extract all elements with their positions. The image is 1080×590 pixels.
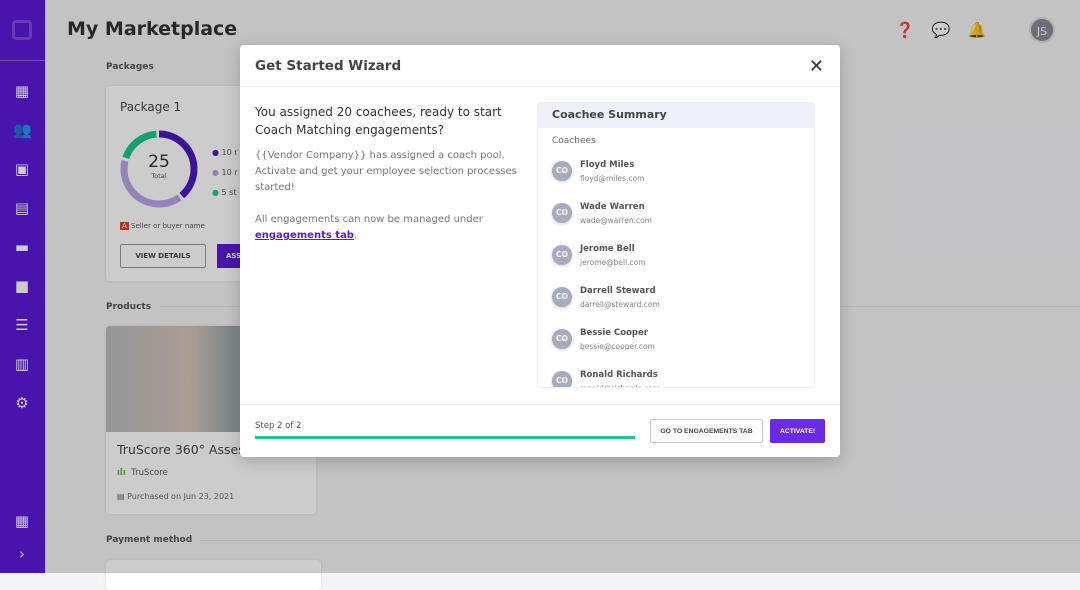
get-started-wizard-modal: Get Started Wizard ✕ You assigned 20 coa…	[240, 45, 840, 457]
coachee-email: floyd@miles.com	[580, 173, 645, 183]
coachee-email: jerome@bell.com	[580, 257, 646, 267]
coachee-item: CO Ronald Richards ronald@richards.com	[538, 360, 814, 388]
modal-title: Get Started Wizard	[240, 45, 840, 87]
coachee-email: ronald@richards.com	[580, 383, 660, 388]
coachee-avatar: CO	[552, 287, 572, 307]
coachee-email: bessie@cooper.com	[580, 341, 655, 351]
step-indicator: Step 2 of 2	[255, 421, 302, 431]
coachee-avatar: CO	[552, 203, 572, 223]
wizard-note: All engagements can now be managed under…	[255, 214, 483, 241]
summary-title: Coachee Summary	[538, 103, 814, 128]
activate-button[interactable]: ACTIVATE!	[770, 419, 825, 443]
coachee-name: Darrell Steward	[580, 285, 656, 296]
wizard-question: You assigned 20 coachees, ready to start…	[255, 105, 502, 137]
engagements-tab-link[interactable]: engagements tab	[255, 230, 354, 241]
go-to-engagements-button[interactable]: GO TO ENGAGEMENTS TAB	[650, 419, 763, 443]
coachees-label: Coachees	[552, 136, 596, 146]
close-icon[interactable]: ✕	[809, 56, 824, 77]
progress-bar	[255, 436, 635, 439]
coachee-avatar: CO	[552, 329, 572, 349]
coachee-item: CO Bessie Cooper bessie@cooper.com	[538, 318, 814, 360]
coachee-item: CO Floyd Miles floyd@miles.com	[538, 150, 814, 192]
coachee-item: CO Wade Warren wade@warren.com	[538, 192, 814, 234]
coachee-email: darrell@steward.com	[580, 299, 660, 309]
coachee-name: Jerome Bell	[580, 243, 635, 254]
coachee-name: Bessie Cooper	[580, 327, 648, 338]
wizard-description: {{Vendor Company}} has assigned a coach …	[255, 150, 517, 193]
coachee-name: Ronald Richards	[580, 369, 658, 380]
coachee-item: CO Jerome Bell jerome@bell.com	[538, 234, 814, 276]
coachee-email: wade@warren.com	[580, 215, 652, 225]
modal-footer: Step 2 of 2 GO TO ENGAGEMENTS TAB ACTIVA…	[240, 404, 840, 457]
coachee-summary: Coachee Summary Coachees CO Floyd Miles fl…	[537, 102, 815, 388]
coachee-item: CO Darrell Steward darrell@steward.com	[538, 276, 814, 318]
coachee-name: Floyd Miles	[580, 159, 635, 170]
coachee-name: Wade Warren	[580, 201, 645, 212]
coachee-avatar: CO	[552, 161, 572, 181]
coachee-avatar: CO	[552, 245, 572, 265]
coachee-list[interactable]: CO Floyd Miles floyd@miles.com CO Wade Warre…	[538, 150, 814, 388]
coachee-avatar: CO	[552, 371, 572, 387]
